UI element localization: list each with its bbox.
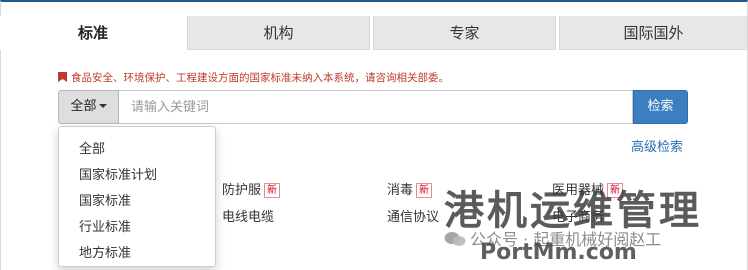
advanced-search-link[interactable]: 高级检索 bbox=[631, 136, 683, 155]
dropdown-option-all[interactable]: 全部 bbox=[79, 138, 105, 157]
new-badge: 新 bbox=[264, 183, 281, 198]
watermark-url: PortMm.com bbox=[480, 240, 637, 265]
scope-dropdown-button[interactable]: 全部 bbox=[58, 90, 119, 124]
new-badge: 新 bbox=[416, 183, 433, 198]
flag-icon bbox=[58, 72, 67, 82]
notice: 食品安全、环境保护、工程建设方面的国家标准未纳入本系统，请咨询相关部委。 bbox=[58, 70, 449, 85]
scope-dropdown-menu: 全部 国家标准计划 国家标准 行业标准 地方标准 bbox=[58, 126, 216, 267]
dropdown-option-national[interactable]: 国家标准 bbox=[79, 190, 131, 209]
search-input[interactable] bbox=[119, 90, 633, 124]
notice-text: 食品安全、环境保护、工程建设方面的国家标准未纳入本系统，请咨询相关部委。 bbox=[71, 72, 449, 84]
dropdown-option-national-plan[interactable]: 国家标准计划 bbox=[79, 164, 157, 183]
dropdown-option-industry[interactable]: 行业标准 bbox=[79, 216, 131, 235]
category-item[interactable]: 电线电缆 bbox=[222, 206, 274, 225]
dropdown-option-local[interactable]: 地方标准 bbox=[79, 242, 131, 261]
category-item[interactable]: 防护服新 bbox=[222, 179, 281, 198]
caret-down-icon bbox=[98, 104, 107, 108]
tab-international[interactable]: 国际国外 bbox=[559, 16, 748, 50]
tab-experts[interactable]: 专家 bbox=[373, 16, 556, 50]
wechat-icon bbox=[444, 232, 466, 246]
category-item[interactable]: 通信协议 bbox=[387, 206, 439, 225]
tab-institutions[interactable]: 机构 bbox=[187, 16, 370, 50]
tab-standards[interactable]: 标准 bbox=[0, 16, 186, 50]
search-bar: 全部 检索 bbox=[58, 90, 688, 124]
search-button[interactable]: 检索 bbox=[633, 90, 688, 124]
category-tabs: 标准 机构 专家 国际国外 bbox=[0, 16, 748, 50]
scope-label: 全部 bbox=[70, 99, 97, 114]
category-item[interactable]: 消毒新 bbox=[387, 179, 433, 198]
